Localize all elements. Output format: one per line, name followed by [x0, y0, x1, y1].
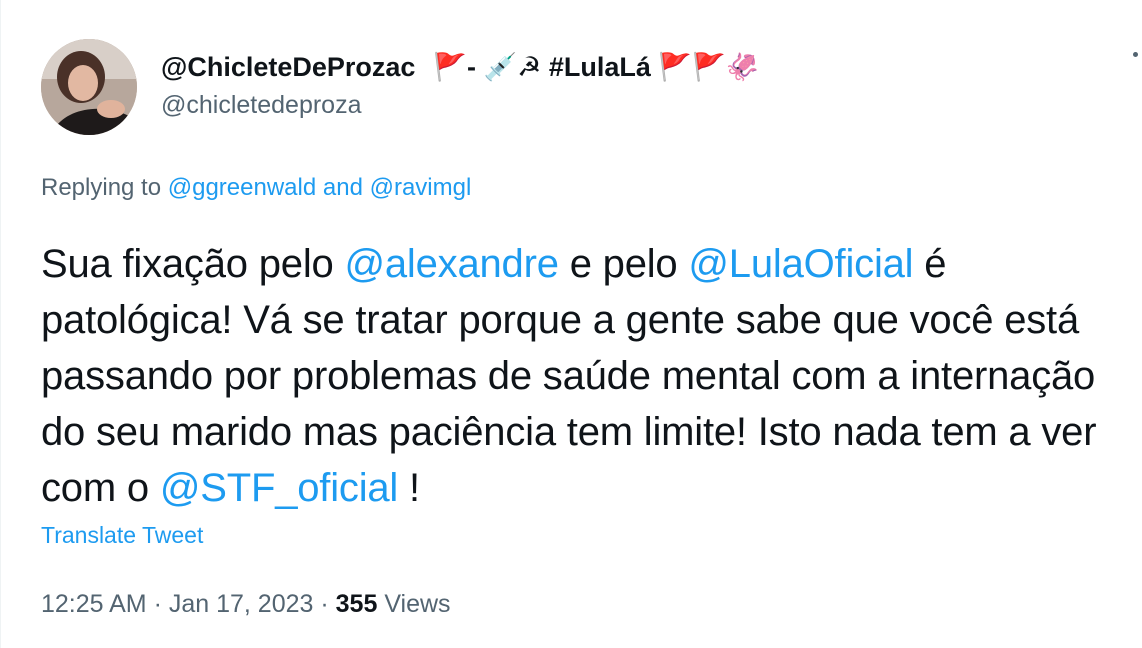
display-name-suffix: 🚩- 💉☭ #LulaLá 🚩🚩🦑 [433, 52, 760, 82]
replying-to: Replying to @ggreenwald and @ravimgl [41, 174, 471, 202]
views-label: Views [377, 590, 451, 618]
tweet-card: @ChicleteDeProzac 🚩- 💉☭ #LulaLá 🚩🚩🦑 @chi… [0, 0, 1142, 648]
mention-alexandre[interactable]: @alexandre [344, 242, 558, 286]
author-names: @ChicleteDeProzac 🚩- 💉☭ #LulaLá 🚩🚩🦑 @chi… [161, 50, 759, 122]
mention-lulaoficial[interactable]: @LulaOficial [688, 242, 913, 286]
more-options-icon[interactable] [1133, 52, 1142, 57]
tweet-text-part: ! [398, 466, 420, 510]
tweet-text-part: Sua fixação pelo [41, 242, 345, 286]
reply-user-ravimgl[interactable]: @ravimgl [370, 174, 472, 201]
translate-tweet-link[interactable]: Translate Tweet [41, 522, 203, 549]
avatar[interactable] [41, 39, 137, 135]
meta-separator: · [313, 590, 336, 618]
reply-and: and [322, 174, 363, 201]
tweet-text-part: e pelo [558, 242, 689, 286]
author-display-name[interactable]: @ChicleteDeProzac [161, 50, 415, 84]
author-handle[interactable]: @chicletedeproza [161, 88, 759, 122]
views-count: 355 [335, 590, 378, 618]
tweet-time[interactable]: 12:25 AM [41, 590, 147, 618]
replying-prefix: Replying to [41, 174, 162, 201]
mention-stf-oficial[interactable]: @STF_oficial [160, 466, 398, 510]
tweet-meta: 12:25 AM · Jan 17, 2023 · 355 Views [41, 590, 451, 619]
meta-separator: · [146, 590, 169, 618]
tweet-text: Sua fixação pelo @alexandre e pelo @Lula… [41, 236, 1121, 516]
tweet-date[interactable]: Jan 17, 2023 [169, 590, 314, 618]
avatar-image [41, 39, 137, 135]
reply-user-ggreenwald[interactable]: @ggreenwald [168, 174, 316, 201]
